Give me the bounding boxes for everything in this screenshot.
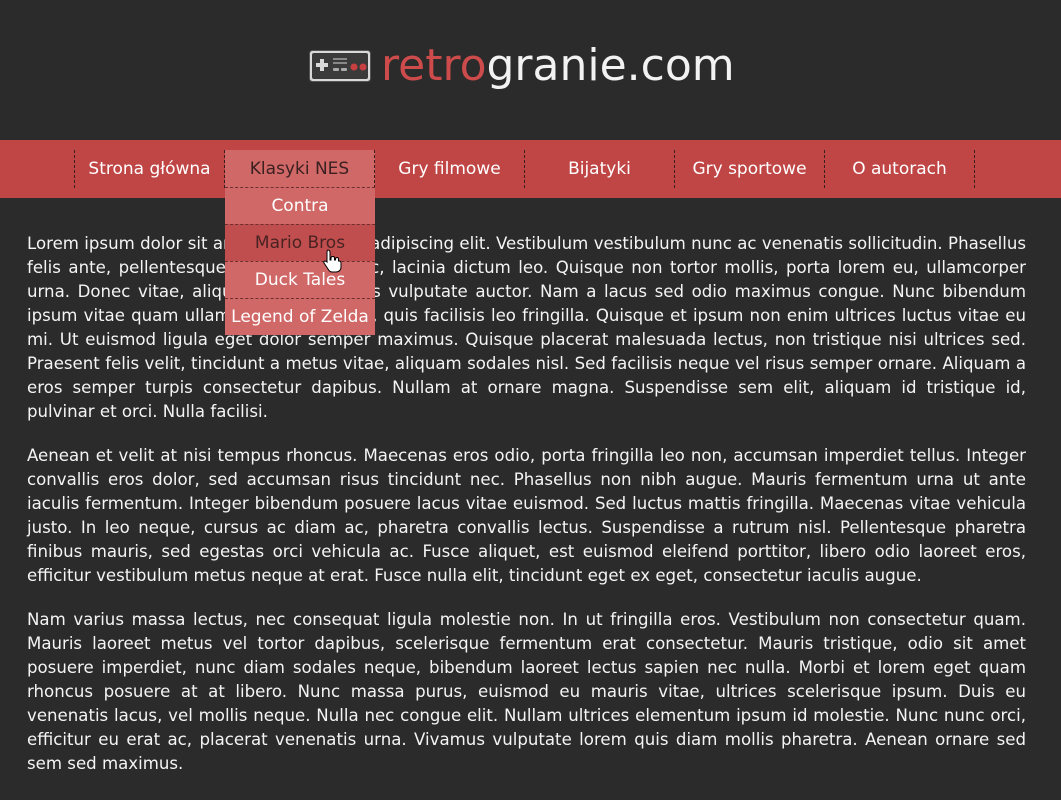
site-logo[interactable]: retrogranie.com	[309, 40, 735, 92]
dropdown-item-duck-tales[interactable]: Duck Tales	[225, 261, 375, 298]
dropdown-item-mario-bros[interactable]: Mario Bros	[225, 224, 375, 261]
nav-item-fighting[interactable]: Bijatyki	[525, 150, 675, 188]
nav-list: Strona główna Klasyki NES Gry filmowe Bi…	[74, 150, 975, 188]
main-content: Lorem ipsum dolor sit amet, consectetur …	[27, 232, 1026, 796]
nav-item-nes-classics[interactable]: Klasyki NES	[225, 150, 375, 188]
paragraph: Lorem ipsum dolor sit amet, consectetur …	[27, 234, 1026, 421]
site-header: retrogranie.com	[0, 0, 1061, 140]
hand-pointer-icon	[322, 249, 342, 273]
nav-item-movie-games[interactable]: Gry filmowe	[375, 150, 525, 188]
site-title: retrogranie.com	[381, 40, 735, 92]
nav-item-home[interactable]: Strona główna	[75, 150, 225, 188]
main-nav: Strona główna Klasyki NES Gry filmowe Bi…	[0, 140, 1061, 198]
nes-controller-icon	[309, 50, 371, 82]
paragraph: Aenean et velit at nisi tempus rhoncus. …	[27, 446, 1026, 585]
nav-item-sports[interactable]: Gry sportowe	[675, 150, 825, 188]
site-title-white: granie.com	[486, 40, 735, 91]
nav-item-authors[interactable]: O autorach	[825, 150, 975, 188]
site-title-red: retro	[381, 40, 487, 91]
paragraph: Nam varius massa lectus, nec consequat l…	[27, 610, 1026, 773]
nes-dropdown-menu: Contra Mario Bros Duck Tales Legend of Z…	[225, 187, 375, 335]
dropdown-item-contra[interactable]: Contra	[225, 187, 375, 224]
dropdown-item-legend-of-zelda[interactable]: Legend of Zelda	[225, 298, 375, 335]
